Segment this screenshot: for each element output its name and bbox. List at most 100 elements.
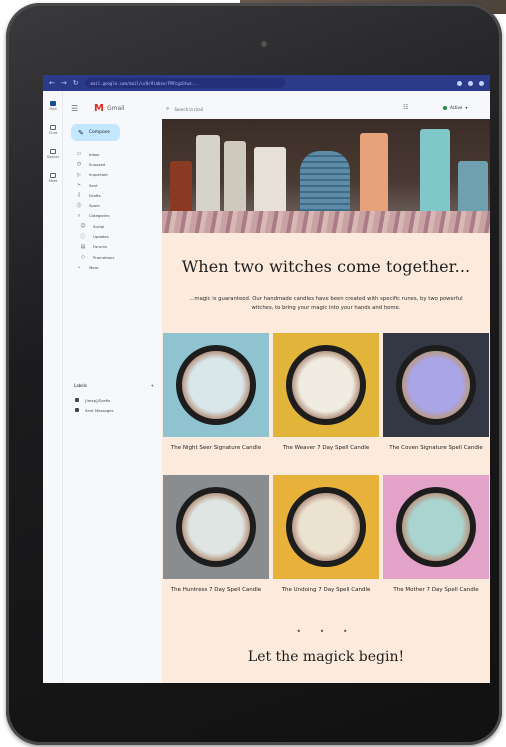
compose-button[interactable]: ✎ Compose	[71, 124, 120, 141]
product-name[interactable]: The Mother 7 Day Spell Candle	[383, 586, 489, 595]
tablet-frame: ← → ↻ mail.google.com/mail/u/0/#inbox/FM…	[6, 3, 502, 745]
nav-label: Sent	[89, 182, 98, 188]
hamburger-menu-icon[interactable]: ☰	[71, 104, 78, 113]
email-intro: ...magic is guaranteed. Our handmade can…	[189, 296, 463, 311]
candle-wax	[402, 493, 470, 561]
chat-icon	[50, 125, 56, 130]
rail-item-meet[interactable]: Meet	[46, 173, 60, 183]
product-photo[interactable]	[163, 333, 269, 437]
info-icon: ⓘ	[80, 234, 86, 241]
promo-icon: ◇	[81, 254, 85, 261]
inbox-icon: ▭	[76, 151, 82, 158]
menu-icon[interactable]	[479, 80, 484, 86]
closing-heading: Let the magick begin!	[247, 649, 405, 665]
people-icon: ☺	[80, 223, 86, 230]
nav-item-spam[interactable]: ⓵ Spam	[75, 200, 114, 210]
product-name[interactable]: The Huntress 7 Day Spell Candle	[163, 586, 269, 595]
hero-image	[162, 119, 490, 233]
product-name[interactable]: The Weaver 7 Day Spell Candle	[273, 444, 379, 453]
nav-item-promotions[interactable]: ◇ Promotions	[75, 252, 114, 262]
rail-item-mail[interactable]: Mail	[46, 101, 60, 111]
tag-icon: ▿	[77, 212, 81, 219]
chevron-down-icon: ⌄	[76, 264, 82, 271]
candle-wax	[292, 493, 360, 561]
nav-label: Forums	[93, 244, 108, 250]
mail-icon	[50, 101, 56, 106]
profile-icon[interactable]	[457, 80, 462, 86]
label-icon	[75, 408, 79, 412]
rail-label: Spaces	[46, 155, 60, 159]
nav-label: Updates	[93, 234, 109, 240]
nav-item-drafts[interactable]: ▯ Drafts	[75, 190, 114, 200]
browser-toolbar: ← → ↻ mail.google.com/mail/u/0/#inbox/FM…	[43, 75, 490, 91]
nav-label: Categories	[89, 213, 110, 219]
forum-icon: ▤	[80, 243, 86, 250]
labels-heading: Labels	[74, 383, 87, 388]
nav-item-forums[interactable]: ▤ Forums	[75, 242, 114, 252]
product-photo[interactable]	[273, 475, 379, 579]
nav-label: Snoozed	[89, 161, 106, 167]
important-icon: ▷	[77, 171, 81, 178]
nav-item-updates[interactable]: ⓘ Updates	[75, 231, 114, 241]
forward-arrow-icon[interactable]: →	[61, 79, 67, 87]
hero-candle	[254, 147, 286, 221]
nav-label: Important	[89, 172, 108, 178]
hero-candle	[360, 133, 388, 221]
gmail-logo[interactable]: M Gmail	[94, 103, 124, 114]
nav-item-sent[interactable]: ➢ Sent	[75, 180, 114, 190]
search-icon: ⌕	[166, 105, 170, 112]
status-selector[interactable]: Active ▾	[443, 105, 467, 110]
email-headline: When two witches come together...	[181, 257, 471, 276]
product-name[interactable]: The Night Seer Signature Candle	[163, 444, 269, 453]
nav-item-categories[interactable]: ▿ Categories	[75, 211, 114, 221]
rail-label: Meet	[48, 179, 58, 183]
product-card[interactable]: The Night Seer Signature Candle	[163, 333, 269, 453]
label-item-drafts[interactable]: [Imap]/Drafts	[75, 395, 113, 405]
product-photo[interactable]	[273, 333, 379, 437]
nav-item-inbox[interactable]: ▭ Inbox	[75, 149, 114, 159]
filter-icon[interactable]: ☷	[403, 104, 408, 111]
search-bar[interactable]: ⌕ Search in mail	[166, 105, 203, 113]
nav-label: Social	[93, 223, 105, 229]
section-separator: • • •	[296, 627, 356, 636]
product-photo[interactable]	[383, 475, 489, 579]
nav-item-more[interactable]: ⌄ More	[75, 262, 114, 272]
add-label-button[interactable]: +	[151, 383, 154, 388]
spaces-icon	[50, 149, 56, 154]
reload-icon[interactable]: ↻	[73, 79, 79, 87]
meet-icon	[50, 173, 56, 178]
hero-cloth	[162, 211, 490, 233]
rail-item-chat[interactable]: Chat	[46, 125, 60, 135]
product-photo[interactable]	[383, 333, 489, 437]
nav-label: Spam	[89, 203, 100, 209]
product-name[interactable]: The Coven Signature Spell Candle	[383, 444, 489, 453]
product-name[interactable]: The Undoing 7 Day Spell Candle	[273, 586, 379, 595]
product-card[interactable]: The Weaver 7 Day Spell Candle	[273, 333, 379, 453]
rail-item-spaces[interactable]: Spaces	[46, 149, 60, 159]
rail-label: Chat	[48, 131, 58, 135]
product-card[interactable]: The Coven Signature Spell Candle	[383, 333, 489, 453]
email-body: When two witches come together... ...mag…	[162, 119, 490, 683]
product-card[interactable]: The Undoing 7 Day Spell Candle	[273, 475, 379, 595]
nav-label: More	[89, 264, 99, 270]
nav-item-social[interactable]: ☺ Social	[75, 221, 114, 231]
rail-label: Mail	[49, 107, 57, 111]
back-arrow-icon[interactable]: ←	[49, 79, 55, 87]
extension-icon[interactable]	[468, 80, 473, 86]
candle-wax	[182, 493, 250, 561]
spam-icon: ⓵	[76, 203, 82, 210]
nav-item-snoozed[interactable]: ◷ Snoozed	[75, 159, 114, 169]
hero-candle	[420, 129, 450, 221]
nav-item-important[interactable]: ▷ Important	[75, 170, 114, 180]
label-text: Sent Messages	[85, 407, 114, 413]
product-photo[interactable]	[163, 475, 269, 579]
compose-label: Compose	[88, 130, 110, 135]
address-bar[interactable]: mail.google.com/mail/u/0/#inbox/FMfcgzGt…	[84, 78, 285, 88]
camera-icon	[260, 40, 268, 48]
product-card[interactable]: The Mother 7 Day Spell Candle	[383, 475, 489, 595]
product-card[interactable]: The Huntress 7 Day Spell Candle	[163, 475, 269, 595]
label-item-sent-messages[interactable]: Sent Messages	[75, 405, 113, 415]
candle-wax	[182, 351, 250, 419]
status-dot-icon	[443, 105, 447, 110]
gmail-sidebar: ☰ M Gmail ✎ Compose ▭ Inbox ◷ Snoozed ▷ Imp…	[63, 91, 162, 683]
